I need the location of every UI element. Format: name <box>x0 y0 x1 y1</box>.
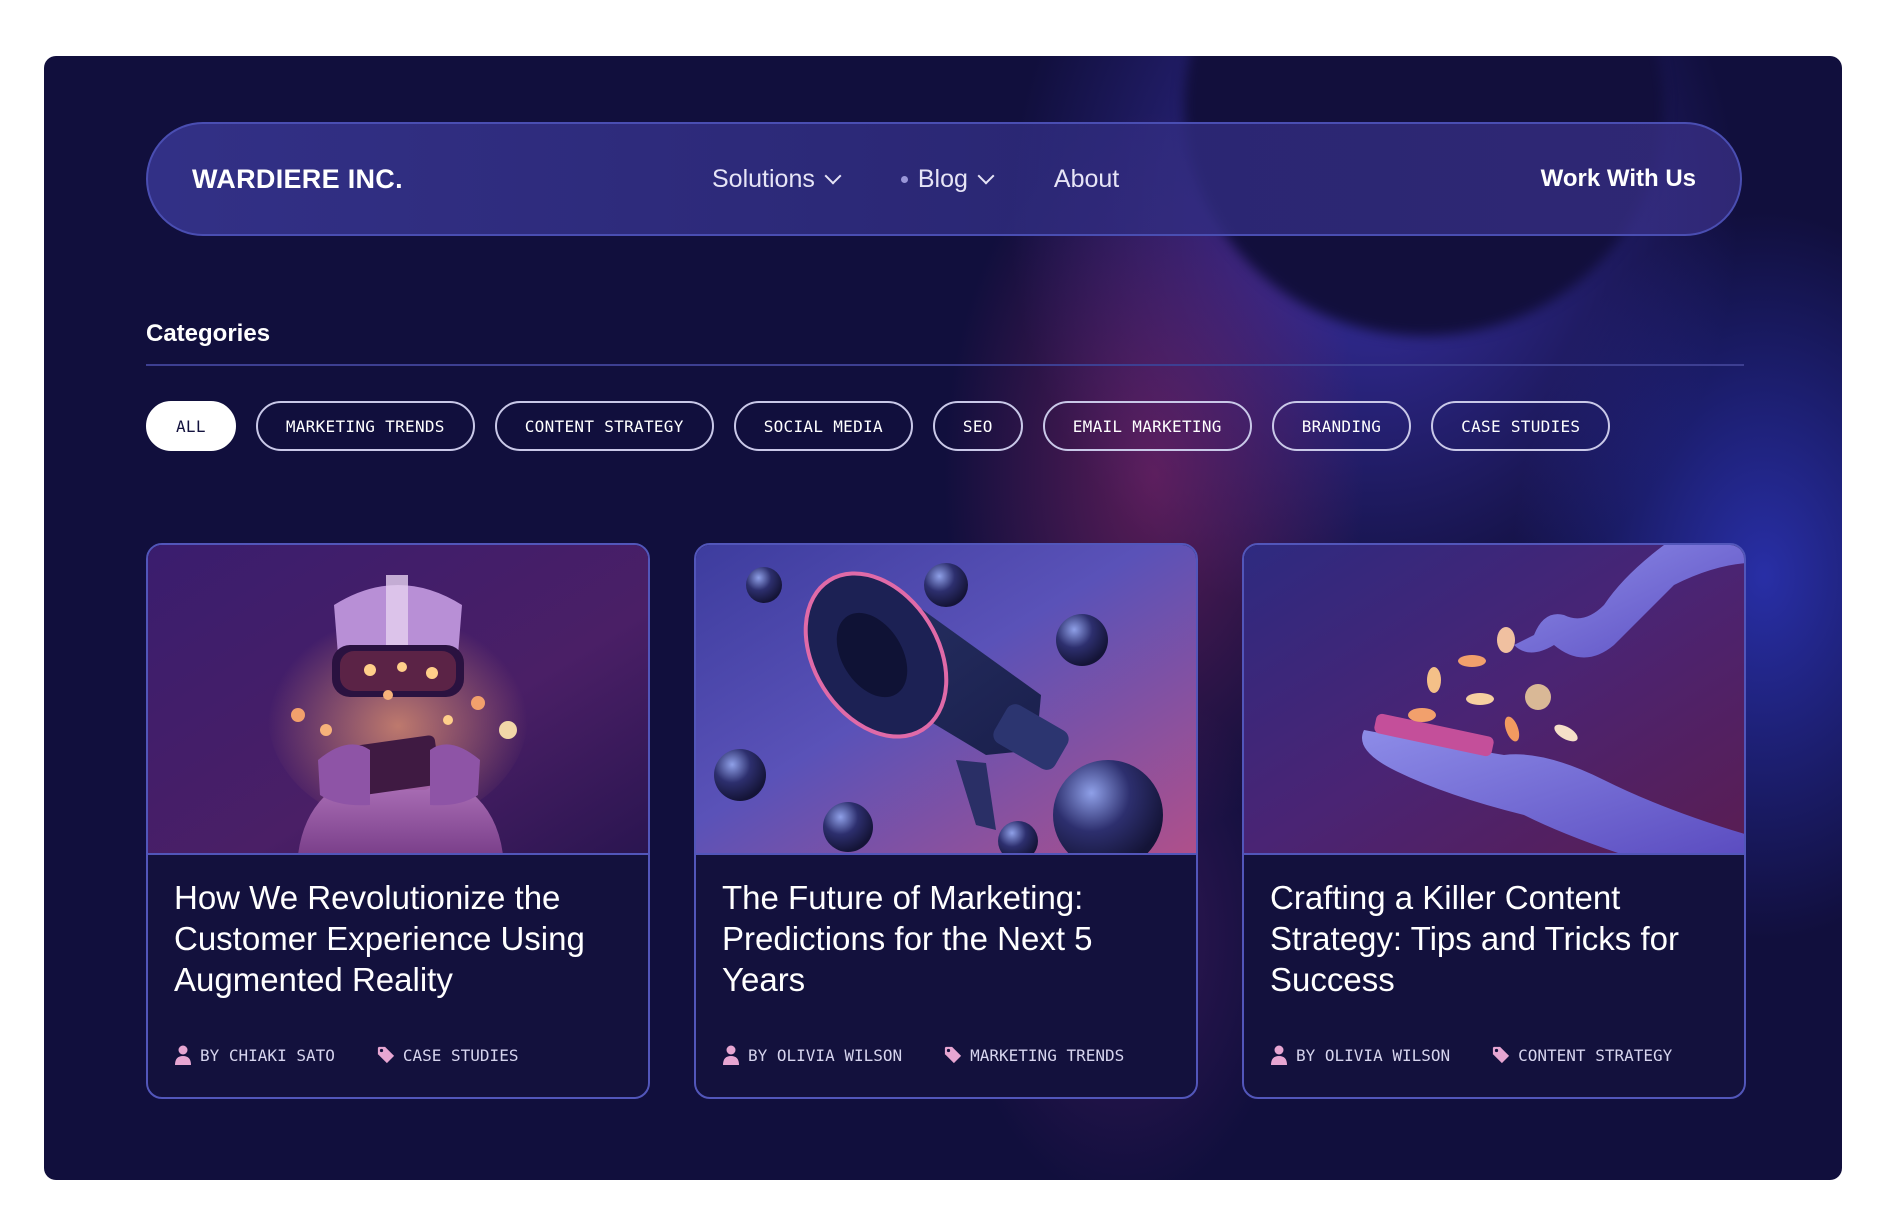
chip-case-studies[interactable]: CASE STUDIES <box>1431 401 1611 451</box>
nav-item-label: Solutions <box>712 164 815 193</box>
nav-item-label: About <box>1053 164 1120 193</box>
categories-heading: Categories <box>146 320 271 347</box>
post-author: BY OLIVIA WILSON <box>722 1045 902 1065</box>
user-icon <box>175 1045 191 1065</box>
post-category-text: CASE STUDIES <box>402 1045 519 1065</box>
post-meta: BY CHIAKI SATO CASE STUDIES <box>174 1045 518 1065</box>
post-meta: BY OLIVIA WILSON CONTENT STRATEGY <box>1270 1045 1672 1065</box>
nav-item-solutions[interactable]: Solutions <box>712 164 842 194</box>
post-category[interactable]: MARKETING TRENDS <box>944 1045 1124 1065</box>
post-title: The Future of Marketing: Predictions for… <box>722 879 1093 998</box>
post-title: Crafting a Killer Content Strategy: Tips… <box>1270 879 1679 998</box>
chip-marketing-trends[interactable]: MARKETING TRENDS <box>255 401 475 451</box>
nav-menu: Solutions Blog About <box>712 165 1541 194</box>
vr-headset-illustration <box>148 545 648 855</box>
megaphone-illustration <box>696 545 1196 855</box>
chevron-down-icon <box>977 167 995 185</box>
tag-icon <box>945 1046 962 1064</box>
post-category[interactable]: CONTENT STRATEGY <box>1492 1045 1672 1065</box>
categories-divider <box>146 364 1744 366</box>
work-with-us-button[interactable]: Work With Us <box>1541 165 1696 193</box>
post-card[interactable]: Crafting a Killer Content Strategy: Tips… <box>1242 543 1746 1099</box>
chip-email-marketing[interactable]: EMAIL MARKETING <box>1042 401 1252 451</box>
post-title: How We Revolutionize the Customer Experi… <box>174 879 585 998</box>
chip-all[interactable]: ALL <box>146 401 236 451</box>
nav-item-label: Blog <box>917 164 968 193</box>
category-filter-chips: ALL MARKETING TRENDS CONTENT STRATEGY SO… <box>146 401 1611 451</box>
hands-coins-illustration <box>1244 545 1744 855</box>
nav-item-about[interactable]: About <box>1054 165 1119 194</box>
post-meta: BY OLIVIA WILSON MARKETING TRENDS <box>722 1045 1124 1065</box>
post-card-list: How We Revolutionize the Customer Experi… <box>146 543 1746 1099</box>
post-card[interactable]: How We Revolutionize the Customer Experi… <box>146 543 650 1099</box>
post-author-text: BY CHIAKI SATO <box>200 1045 335 1065</box>
user-icon <box>1271 1045 1287 1065</box>
chip-content-strategy[interactable]: CONTENT STRATEGY <box>494 401 714 451</box>
chip-social-media[interactable]: SOCIAL MEDIA <box>733 401 913 451</box>
post-author: BY CHIAKI SATO <box>174 1045 335 1065</box>
post-card[interactable]: The Future of Marketing: Predictions for… <box>694 543 1198 1099</box>
nav-item-blog[interactable]: Blog <box>900 164 995 194</box>
post-author-text: BY OLIVIA WILSON <box>1296 1045 1451 1065</box>
tag-icon <box>377 1046 394 1064</box>
post-author-text: BY OLIVIA WILSON <box>748 1045 903 1065</box>
post-category-text: CONTENT STRATEGY <box>1518 1045 1673 1065</box>
post-category-text: MARKETING TRENDS <box>970 1045 1125 1065</box>
chip-branding[interactable]: BRANDING <box>1271 401 1412 451</box>
top-nav: WARDIERE INC. Solutions Blog About Work … <box>146 122 1742 236</box>
logo[interactable]: WARDIERE INC. <box>192 164 712 195</box>
tag-icon <box>1493 1046 1510 1064</box>
active-dot-icon <box>900 175 908 183</box>
post-category[interactable]: CASE STUDIES <box>377 1045 519 1065</box>
post-author: BY OLIVIA WILSON <box>1270 1045 1450 1065</box>
chip-seo[interactable]: SEO <box>932 401 1023 451</box>
user-icon <box>723 1045 739 1065</box>
page-frame: WARDIERE INC. Solutions Blog About Work … <box>44 56 1842 1180</box>
chevron-down-icon <box>824 167 842 185</box>
